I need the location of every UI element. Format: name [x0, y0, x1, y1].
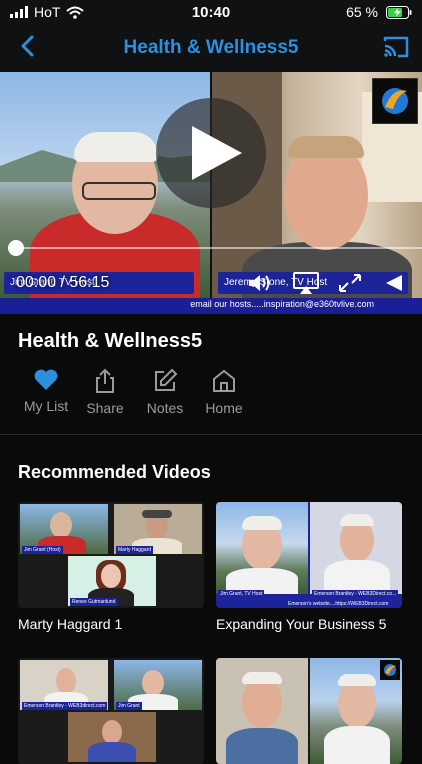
tag-1: Jim Grant (Host)	[22, 546, 63, 554]
status-right: 65 %	[346, 4, 412, 20]
edit-icon	[155, 368, 178, 391]
home-label: Home	[205, 400, 243, 416]
airplay-icon[interactable]	[292, 271, 320, 295]
heart-icon	[34, 369, 58, 390]
video-thumbnail[interactable]: Emerson Brantley - WEB3direct.com Jim Gr…	[18, 658, 204, 764]
video-card[interactable]: Jim Grant (Host) Marty Haggard Renee Gut…	[18, 502, 204, 632]
timecode: 00:00 / 56:15	[16, 274, 110, 291]
nav-bar: Health & Wellness5	[0, 26, 422, 72]
battery-charging-icon	[386, 5, 412, 19]
video-card[interactable]: Jim Grant, TV Host Emerson Brantley - WE…	[216, 502, 402, 632]
email-banner: email our hosts.....inspiration@e360tvli…	[190, 299, 374, 309]
home-button[interactable]: Home	[194, 368, 254, 416]
my-list-button[interactable]: My List	[16, 368, 76, 414]
play-icon	[192, 126, 242, 180]
my-list-label: My List	[23, 398, 69, 414]
video-card[interactable]: Emerson Brantley - WEB3direct.com Jim Gr…	[18, 658, 204, 764]
fullscreen-icon[interactable]	[336, 271, 364, 295]
tag-3: Renee Gutmanlund	[70, 598, 118, 606]
battery-percent: 65 %	[346, 4, 378, 20]
progress-track[interactable]	[17, 247, 422, 249]
divider	[0, 434, 422, 435]
e360-logo-icon	[382, 88, 408, 114]
video-thumbnail[interactable]: Jim Grant (Host) Marty Haggard Renee Gut…	[18, 502, 204, 608]
tag-2: Emerson Brantley - WEB3Direct.co...	[312, 590, 399, 598]
video-card[interactable]	[216, 658, 402, 764]
status-bar: HoT 10:40 65 %	[0, 0, 422, 26]
volume-icon[interactable]	[246, 271, 274, 295]
play-button[interactable]	[156, 98, 266, 208]
share-icon	[96, 368, 114, 393]
tag-3: Emerson's website....https://WEB3Direct.…	[288, 601, 389, 607]
collapse-icon[interactable]	[380, 271, 408, 295]
tag-2: Jim Grant	[116, 702, 142, 710]
home-icon	[213, 369, 235, 392]
page-title: Health & Wellness5	[123, 37, 299, 58]
notes-button[interactable]: Notes	[135, 368, 195, 416]
recommended-heading: Recommended Videos	[18, 462, 211, 482]
channel-logo	[372, 78, 418, 124]
video-title: Health & Wellness5	[18, 330, 203, 352]
progress-knob[interactable]	[8, 240, 24, 256]
e360-logo-icon	[384, 664, 396, 676]
video-thumbnail[interactable]	[216, 658, 402, 764]
tag-2: Marty Haggard	[116, 546, 154, 554]
tag-1: Jim Grant, TV Host	[218, 590, 265, 598]
share-button[interactable]: Share	[75, 368, 135, 416]
tag-1: Emerson Brantley - WEB3direct.com	[22, 702, 108, 710]
video-card-title: Expanding Your Business 5	[216, 616, 387, 632]
video-player[interactable]: Jim Grant, TV Host Jeremy Stone, TV Host…	[0, 72, 422, 314]
chevron-left-icon[interactable]	[14, 32, 42, 60]
notes-label: Notes	[146, 400, 184, 416]
video-thumbnail[interactable]: Jim Grant, TV Host Emerson Brantley - WE…	[216, 502, 402, 608]
share-label: Share	[86, 400, 124, 416]
video-card-title: Marty Haggard 1	[18, 616, 123, 632]
cast-icon[interactable]	[382, 35, 410, 59]
channel-logo	[380, 660, 400, 680]
action-bar: My List Share Notes Home	[0, 368, 422, 420]
